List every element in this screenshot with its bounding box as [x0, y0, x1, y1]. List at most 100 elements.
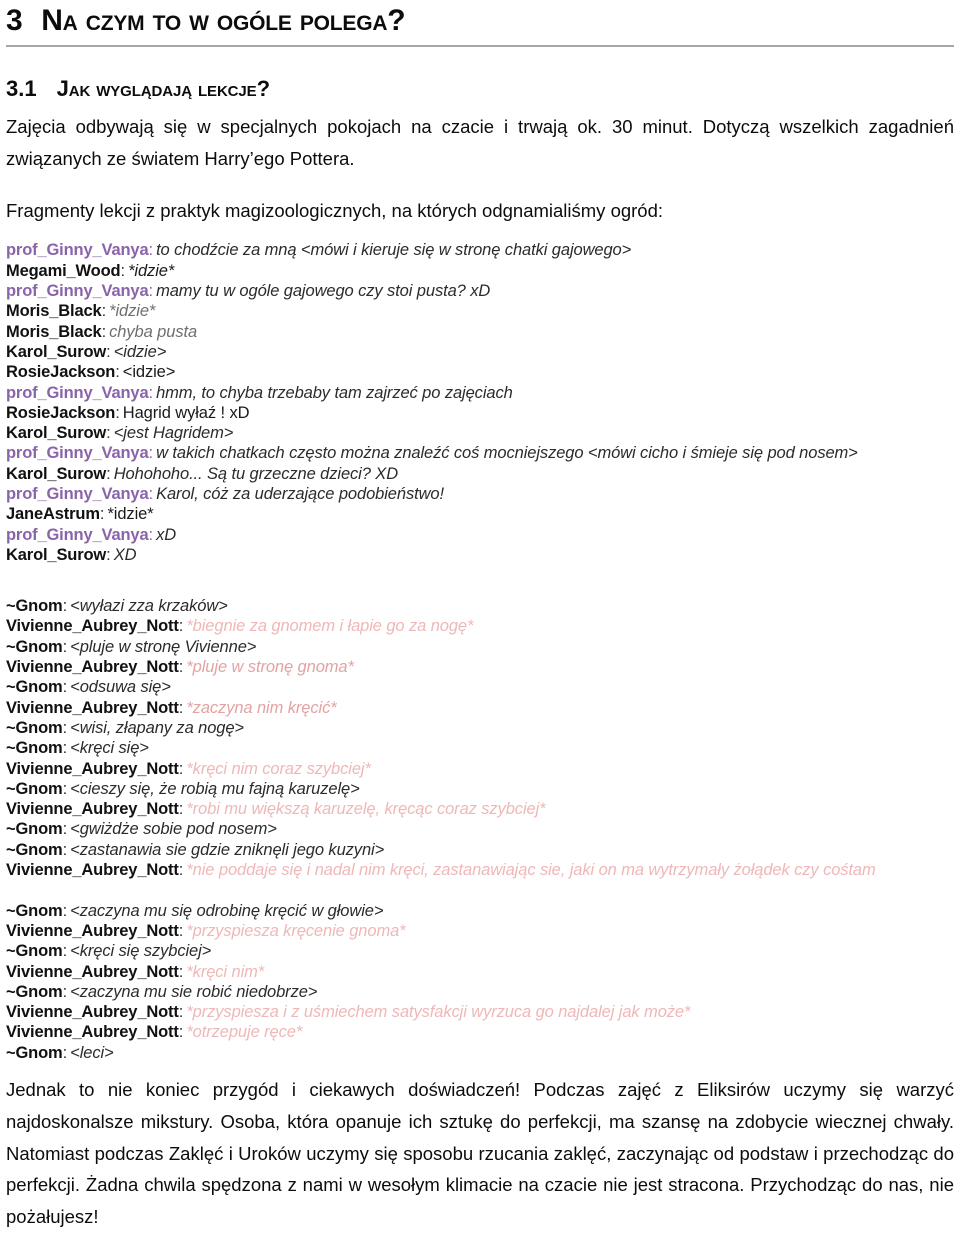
chat-line: ~Gnom: <zastanawia sie gdzie zniknęli jeg…	[6, 840, 954, 860]
chat-message-text: <pluje w stronę Vivienne>	[70, 637, 257, 656]
chat-nickname: ~Gnom	[6, 820, 63, 839]
chat-line: prof_Ginny_Vanya: to chodźcie za mną <mów…	[6, 240, 954, 260]
chat-nickname: Karol_Surow	[6, 545, 107, 564]
chat-nickname-colon: :	[178, 861, 184, 880]
chat-line: Moris_Black: chyba pusta	[6, 322, 954, 342]
chat-nickname: ~Gnom	[6, 739, 63, 758]
chat-block: prof_Ginny_Vanya: to chodźcie za mną <mów…	[6, 240, 954, 565]
chat-line: prof_Ginny_Vanya: mamy tu w ogóle gajoweg…	[6, 281, 954, 301]
chat-message-text: <gwiżdże sobie pod nosem>	[70, 820, 277, 839]
section-title: 3.1 Jak wyglądają lekcje?	[6, 47, 954, 100]
chat-message-text: XD	[113, 545, 137, 564]
chat-line: Karol_Surow: XD	[6, 545, 954, 565]
chat-nickname: prof_Ginny_Vanya	[6, 241, 149, 260]
chat-nickname: Megami_Wood	[6, 261, 121, 280]
chat-line-blank	[6, 880, 954, 900]
chat-nickname: ~Gnom	[6, 678, 63, 697]
chat-nickname-colon: :	[106, 464, 111, 483]
chat-nickname-colon: :	[106, 545, 111, 564]
chat-nickname: ~Gnom	[6, 637, 63, 656]
chat-message-text: *nie poddaje się i nadal nim kręci, zast…	[186, 861, 876, 880]
chat-nickname: Vivienne_Aubrey_Nott	[6, 759, 179, 778]
paragraph-fragments-lead: Fragmenty lekcji z praktyk magizoologicz…	[6, 199, 664, 221]
chat-message-text: Karol, cóż za uderzające podobieństwo!	[156, 485, 444, 503]
chat-nickname: Vivienne_Aubrey_Nott	[6, 962, 179, 981]
chat-line: Karol_Surow: <idzie>	[6, 342, 954, 362]
chat-nickname-colon: :	[62, 739, 68, 758]
chat-line: Vivienne_Aubrey_Nott: *kręci nim*	[6, 962, 954, 982]
chat-nickname-colon: :	[62, 840, 68, 859]
chat-message-text: <jest Hagridem>	[113, 424, 234, 443]
chat-line: ~Gnom: <odsuwa się>	[6, 677, 954, 697]
chat-nickname-colon: :	[106, 424, 111, 443]
paragraph-closing: Jednak to nie koniec przygód i ciekawych…	[6, 1079, 954, 1228]
chat-nickname: Karol_Surow	[6, 464, 107, 483]
document-page: 3 Na czym to w ogóle polega? 3.1 Jak wyg…	[0, 0, 960, 1228]
chat-line: JaneAstrum: *idzie*	[6, 504, 954, 524]
chat-nickname: prof_Ginny_Vanya	[6, 383, 149, 402]
chat-nickname: Moris_Black	[6, 322, 102, 341]
chat-message-text: Hohohoho... Są tu grzeczne dzieci? XD	[113, 464, 399, 483]
chat-nickname: prof_Ginny_Vanya	[6, 282, 149, 301]
chat-line: Vivienne_Aubrey_Nott: *biegnie za gnomem …	[6, 616, 954, 636]
chat-nickname-colon: :	[101, 302, 107, 321]
chat-nickname: prof_Ginny_Vanya	[6, 444, 149, 463]
chat-nickname: RosieJackson	[6, 403, 116, 422]
chat-nickname: Karol_Surow	[6, 424, 107, 443]
chat-nickname: ~Gnom	[6, 718, 63, 737]
chat-message-text: <zaczyna mu się odrobinę kręcić w głowie…	[70, 901, 384, 920]
chat-line: Vivienne_Aubrey_Nott: *kręci nim coraz sz…	[6, 759, 954, 779]
heading2-text: Jak wyglądają lekcje?	[56, 76, 270, 101]
chat-line: ~Gnom: <leci>	[6, 1043, 954, 1063]
chat-line: Vivienne_Aubrey_Nott: *przyspiesza kręcen…	[6, 921, 954, 941]
chat-nickname-colon: :	[115, 403, 120, 422]
chat-nickname: Vivienne_Aubrey_Nott	[6, 1023, 179, 1042]
chat-line: prof_Ginny_Vanya: hmm, to chyba trzebaby …	[6, 383, 954, 403]
chat-nickname-colon: :	[120, 261, 126, 280]
chat-line: Karol_Surow: <jest Hagridem>	[6, 423, 954, 443]
chat-line: ~Gnom: <wisi, złapany za nogę>	[6, 718, 954, 738]
chat-message-text: *otrzepuje ręce*	[186, 1023, 303, 1042]
chat-message-text: *idzie*	[128, 261, 175, 280]
chat-message-text: *idzie*	[107, 505, 154, 524]
chat-nickname-colon: :	[178, 1023, 184, 1042]
chat-nickname: Vivienne_Aubrey_Nott	[6, 658, 179, 677]
chat-message-text: <zastanawia sie gdzie zniknęli jego kuzy…	[70, 840, 385, 859]
chat-nickname-colon: :	[62, 637, 68, 656]
chat-nickname-colon: :	[62, 597, 68, 616]
chat-message-text: *przyspiesza i z uśmiechem satysfakcji w…	[186, 1003, 691, 1022]
chat-nickname-colon: :	[148, 444, 154, 463]
chat-line: Vivienne_Aubrey_Nott: *przyspiesza i z uś…	[6, 1002, 954, 1022]
chat-line: prof_Ginny_Vanya: w takich chatkach częst…	[6, 443, 954, 463]
chat-message-text: w takich chatkach często można znaleźć c…	[156, 444, 858, 463]
chat-line: Vivienne_Aubrey_Nott: *robi mu większą ka…	[6, 799, 954, 819]
chat-nickname: JaneAstrum	[6, 505, 100, 524]
chat-line: prof_Ginny_Vanya: xD	[6, 525, 954, 545]
chat-nickname: ~Gnom	[6, 840, 63, 859]
chat-nickname: prof_Ginny_Vanya	[6, 485, 149, 503]
heading1-text: Na czym to w ogóle polega?	[41, 4, 406, 37]
chat-message-text: *biegnie za gnomem i łapie go za nogę*	[186, 617, 474, 636]
chat-nickname: ~Gnom	[6, 1043, 63, 1062]
chat-line: ~Gnom: <pluje w stronę Vivienne>	[6, 637, 954, 657]
chat-nickname-colon: :	[178, 962, 184, 981]
chat-message-text: Hagrid wyłaź ! xD	[122, 403, 250, 422]
chat-nickname-colon: :	[148, 241, 154, 260]
chat-nickname-colon: :	[62, 901, 68, 920]
chat-nickname: ~Gnom	[6, 942, 63, 961]
heading2-number: 3.1	[6, 76, 37, 101]
chat-nickname-colon: :	[178, 759, 184, 778]
chat-message-text: *kręci nim*	[186, 962, 265, 981]
chat-message-text: *pluje w stronę gnoma*	[186, 658, 354, 677]
chat-nickname: RosieJackson	[6, 363, 116, 382]
chat-nickname-colon: :	[178, 658, 184, 677]
chat-line: RosieJackson: Hagrid wyłaź ! xD	[6, 403, 954, 423]
chat-line: Megami_Wood: *idzie*	[6, 261, 954, 281]
chat-nickname-colon: :	[178, 921, 184, 940]
chat-message-text: <kręci się szybciej>	[70, 942, 212, 961]
chat-nickname-colon: :	[178, 800, 184, 819]
chat-line: ~Gnom: <kręci się>	[6, 738, 954, 758]
chat-nickname-colon: :	[62, 942, 68, 961]
chat-message-text: hmm, to chyba trzebaby tam zajrzeć po za…	[156, 383, 513, 402]
chat-nickname-colon: :	[148, 383, 154, 402]
